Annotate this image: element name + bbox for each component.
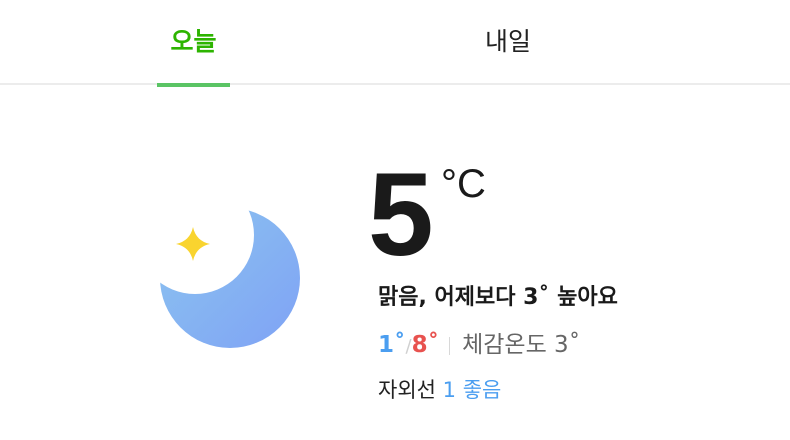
- tab-today-label: 오늘: [170, 27, 217, 56]
- weather-summary: 맑음, 어제보다 3˚ 높아요: [378, 285, 618, 310]
- tab-tomorrow[interactable]: 내일: [468, 0, 548, 85]
- max-temperature: 8˚: [411, 332, 440, 358]
- uv-index: 자외선 1 좋음: [378, 372, 501, 408]
- active-tab-indicator: [157, 83, 230, 87]
- temperature-unit: °C: [441, 162, 486, 206]
- tab-tomorrow-label: 내일: [484, 27, 531, 56]
- current-temperature: 5: [368, 149, 434, 281]
- uv-label: 자외선: [378, 378, 436, 402]
- min-max-temperature: 1˚/8˚ 체감온도 3˚: [378, 327, 580, 365]
- tab-today[interactable]: 오늘: [157, 0, 230, 87]
- feels-like-temperature: 체감온도 3˚: [462, 332, 581, 358]
- uv-value: 1 좋음: [442, 378, 502, 402]
- divider: [449, 336, 451, 355]
- clear-night-moon-icon: [155, 200, 315, 360]
- min-temperature: 1˚: [378, 332, 406, 358]
- day-tabs: 오늘 내일: [0, 0, 790, 87]
